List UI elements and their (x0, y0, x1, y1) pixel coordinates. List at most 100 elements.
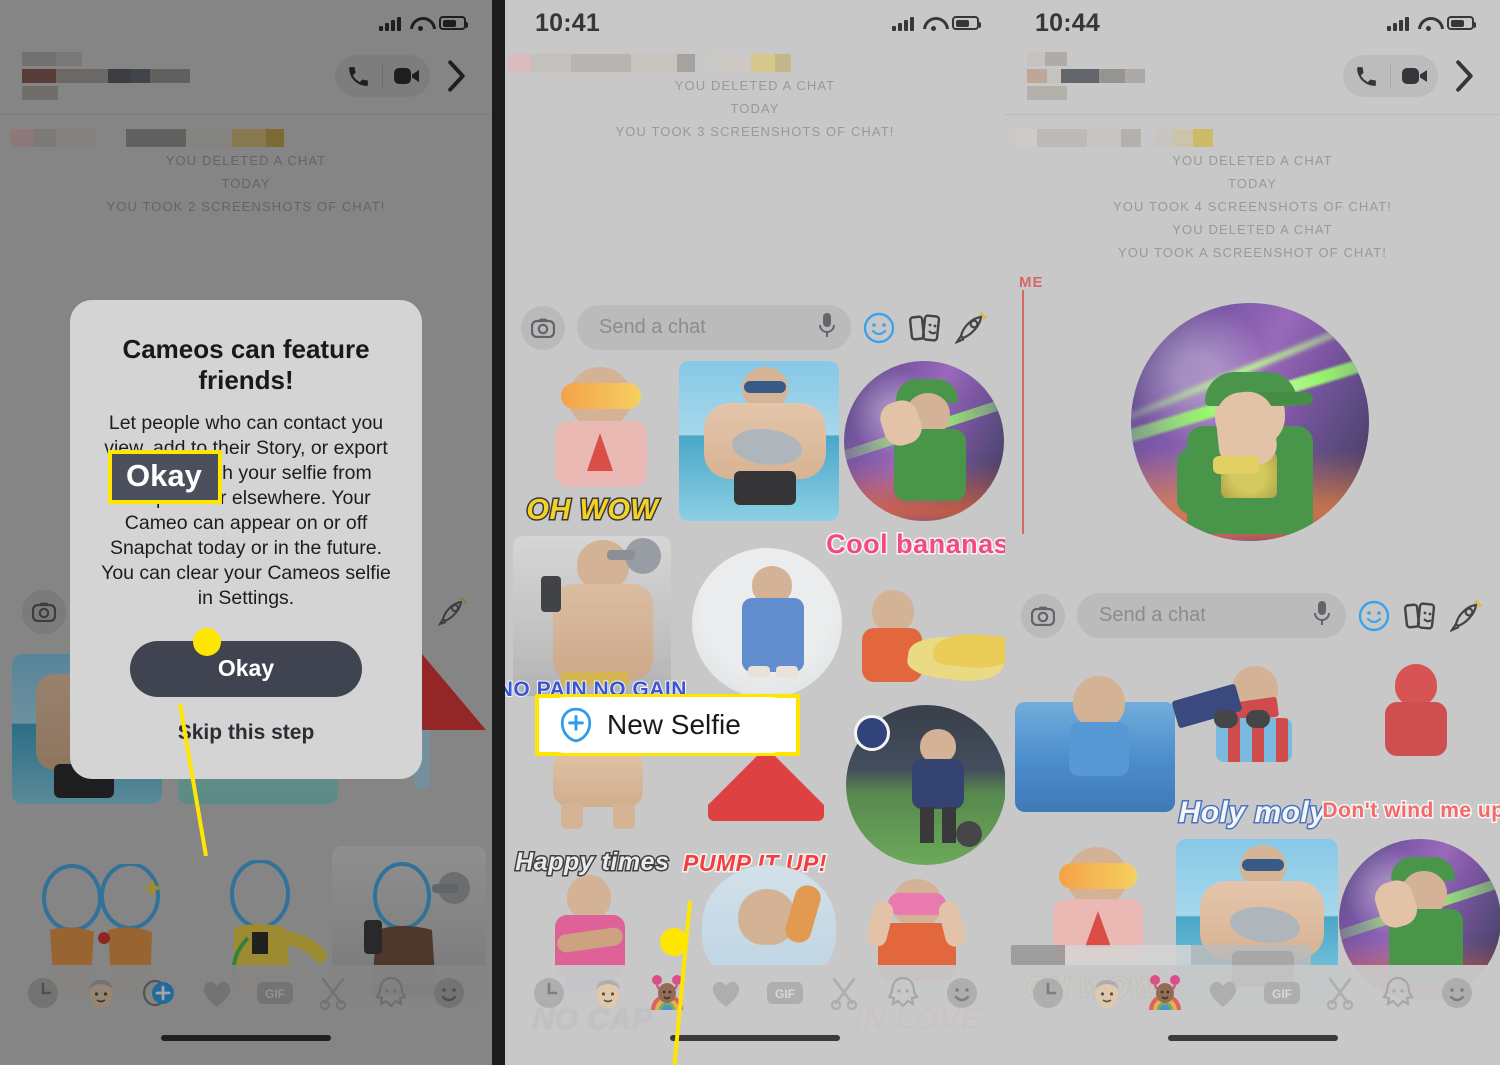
redacted-message (0, 123, 492, 149)
bitmoji-face-icon[interactable] (80, 972, 122, 1014)
gif-icon[interactable]: GIF (1261, 972, 1303, 1014)
bitmoji-face-icon[interactable] (587, 972, 629, 1014)
system-message: TODAY (730, 101, 780, 116)
sticker-item[interactable] (836, 361, 1005, 531)
cameos-rainbow-icon[interactable] (1144, 972, 1186, 1014)
chat-input-field[interactable]: Send a chat (577, 305, 851, 350)
chevron-right-icon (448, 60, 465, 92)
heart-icon[interactable] (196, 972, 238, 1014)
open-profile-button[interactable] (440, 60, 474, 92)
sticker-item[interactable]: OH WOW (511, 361, 674, 531)
chat-body-1: YOU DELETED A CHAT TODAY YOU TOOK 2 SCRE… (0, 115, 492, 218)
home-indicator (161, 1035, 331, 1041)
system-message: TODAY (221, 176, 271, 191)
sticker-ghost-icon[interactable] (370, 972, 412, 1014)
chat-input-bar-2: Send a chat (505, 295, 1005, 360)
sticker-item[interactable] (674, 361, 839, 531)
microphone-icon[interactable] (1314, 600, 1330, 631)
sticker-tab-bar-3[interactable]: GIF (1005, 965, 1500, 1065)
chat-input-placeholder: Send a chat (1099, 604, 1206, 626)
chat-bar-icons (863, 311, 991, 344)
add-selfie-plus-icon (559, 706, 593, 744)
redacted-message (505, 48, 1005, 74)
rocket-icon[interactable] (955, 311, 987, 344)
system-message: YOU DELETED A CHAT (1172, 222, 1333, 237)
contact-name-redacted (1027, 52, 1333, 100)
dialog-body: Let people who can contact you view, add… (101, 412, 391, 610)
call-buttons-group[interactable] (335, 55, 430, 97)
chat-bar-icons (1358, 599, 1486, 632)
sticker-smiley-icon[interactable] (1358, 600, 1390, 632)
sent-cameo-avatar[interactable] (1131, 303, 1369, 541)
add-plus-icon[interactable] (138, 972, 180, 1014)
sticker-tab-bar-2[interactable]: GIF (505, 965, 1005, 1065)
status-bar-2: 10:41 (505, 0, 1005, 46)
rocket-icon[interactable] (436, 596, 468, 628)
voice-call-button[interactable] (335, 55, 382, 97)
chat-header-3 (1005, 46, 1500, 115)
emoji-smile-icon[interactable] (1436, 972, 1478, 1014)
system-message: YOU DELETED A CHAT (165, 153, 327, 168)
battery-icon (439, 16, 468, 30)
status-time: 10:44 (1035, 8, 1100, 37)
voice-call-button[interactable] (1343, 55, 1390, 97)
emoji-smile-icon[interactable] (941, 972, 983, 1014)
chat-input-field[interactable]: Send a chat (1077, 593, 1346, 638)
sticker-item[interactable] (674, 536, 842, 706)
status-indicators (892, 16, 981, 31)
chat-input-placeholder: Send a chat (599, 316, 706, 338)
sticker-item[interactable]: Don't wind me up (1321, 654, 1500, 834)
camera-button[interactable] (22, 589, 66, 634)
callout-label: Okay (126, 458, 202, 493)
video-call-button[interactable] (383, 55, 430, 97)
cameos-rainbow-icon[interactable] (646, 972, 688, 1014)
gif-icon[interactable]: GIF (764, 972, 806, 1014)
sticker-tab-bar-1[interactable]: GIF (0, 965, 492, 1065)
sticker-smiley-icon[interactable] (863, 312, 895, 344)
sticker-ghost-icon[interactable] (882, 972, 924, 1014)
bitmoji-cards-icon[interactable] (1404, 600, 1436, 632)
callout-okay: Okay (108, 450, 222, 504)
skip-this-step-button[interactable]: Skip this step (178, 721, 315, 745)
recent-clock-icon[interactable] (1027, 972, 1069, 1014)
call-buttons-group[interactable] (1343, 55, 1438, 97)
microphone-icon[interactable] (819, 312, 835, 343)
callout-label: New Selfie (607, 709, 741, 740)
bitmoji-face-icon[interactable] (1086, 972, 1128, 1014)
recent-clock-icon[interactable] (22, 972, 64, 1014)
sticker-item[interactable]: Holy moly (1171, 654, 1333, 834)
scissors-icon[interactable] (312, 972, 354, 1014)
recent-clock-icon[interactable] (528, 972, 570, 1014)
sticker-ghost-icon[interactable] (1377, 972, 1419, 1014)
open-profile-button[interactable] (1448, 60, 1482, 92)
wifi-icon (923, 16, 943, 31)
heart-icon[interactable] (705, 972, 747, 1014)
status-bar-3: 10:44 (1005, 0, 1500, 46)
bitmoji-cards-icon[interactable] (909, 312, 941, 344)
video-call-button[interactable] (1391, 55, 1438, 97)
phone-icon (349, 66, 368, 86)
scissors-icon[interactable] (823, 972, 865, 1014)
sticker-label: OH WOW (525, 493, 659, 528)
chat-body-2: YOU DELETED A CHAT TODAY YOU TOOK 3 SCRE… (505, 46, 1005, 143)
sticker-item[interactable]: Cool bananas (825, 528, 1005, 706)
status-indicators (1387, 16, 1476, 31)
chat-bar-icons (436, 596, 472, 628)
chat-body-3: YOU DELETED A CHAT TODAY YOU TOOK 4 SCRE… (1005, 115, 1500, 264)
gif-icon[interactable]: GIF (254, 972, 296, 1014)
camera-button[interactable] (1021, 593, 1065, 638)
camera-button[interactable] (521, 305, 565, 350)
panel-one-cameos-consent: YOU DELETED A CHAT TODAY YOU TOOK 2 SCRE… (0, 0, 492, 1065)
signal-icon (1387, 16, 1409, 31)
rocket-icon[interactable] (1450, 599, 1482, 632)
heart-icon[interactable] (1202, 972, 1244, 1014)
scissors-icon[interactable] (1319, 972, 1361, 1014)
svg-text:GIF: GIF (775, 987, 795, 1001)
okay-button[interactable]: Okay (130, 640, 362, 697)
camera-icon (32, 602, 56, 622)
emoji-smile-icon[interactable] (428, 972, 470, 1014)
sticker-item[interactable]: NO PAIN NO GAIN (505, 536, 687, 706)
sticker-item[interactable] (836, 705, 1005, 881)
sticker-item[interactable] (1011, 654, 1175, 834)
horizontal-scroll-strip[interactable] (1011, 945, 1311, 965)
